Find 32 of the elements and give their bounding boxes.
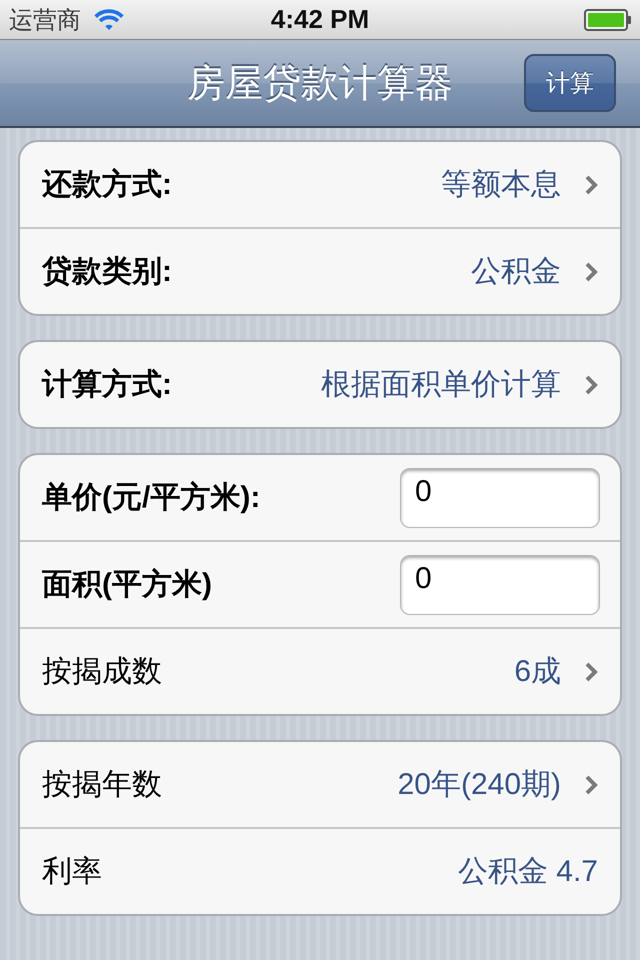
row-label: 按揭成数: [42, 654, 163, 690]
row-label: 面积(平方米): [42, 566, 213, 603]
chevron-icon: [585, 262, 598, 282]
nav-title: 房屋贷款计算器: [187, 62, 453, 106]
wifi-icon: [93, 8, 125, 30]
row-label: 单价(元/平方米):: [42, 480, 262, 516]
input-field[interactable]: 0: [400, 554, 600, 614]
table-row[interactable]: 计算方式: 根据面积单价计算: [20, 342, 620, 427]
row-value: 等额本息: [441, 167, 561, 203]
row-label: 利率: [42, 854, 103, 890]
row-value: 根据面积单价计算: [321, 367, 561, 403]
calculate-button[interactable]: 计算: [524, 54, 616, 112]
chevron-icon: [585, 774, 598, 794]
row-label: 贷款类别:: [42, 254, 173, 290]
carrier-name: 运营商: [9, 6, 81, 36]
row-label: 还款方式:: [42, 166, 173, 203]
chevron-icon: [585, 662, 598, 682]
table-row[interactable]: 按揭成数 6成: [20, 627, 620, 714]
row-value: 20年(240期): [398, 767, 561, 803]
row-value: 公积金 4.7: [458, 854, 598, 890]
row-value: 公积金: [471, 254, 561, 290]
row-value: 6成: [514, 654, 561, 690]
row-label: 计算方式:: [42, 366, 173, 403]
input-field[interactable]: 0: [400, 468, 600, 528]
row-label: 按揭年数: [42, 767, 163, 803]
battery-icon: [584, 8, 632, 30]
table-row[interactable]: 按揭年数 20年(240期): [20, 742, 620, 827]
chevron-icon: [585, 374, 598, 394]
status-time: 4:42 PM: [270, 4, 370, 35]
table-row[interactable]: 贷款类别: 公积金: [20, 227, 620, 314]
table-row[interactable]: 还款方式: 等额本息: [20, 142, 620, 227]
chevron-icon: [585, 174, 598, 194]
